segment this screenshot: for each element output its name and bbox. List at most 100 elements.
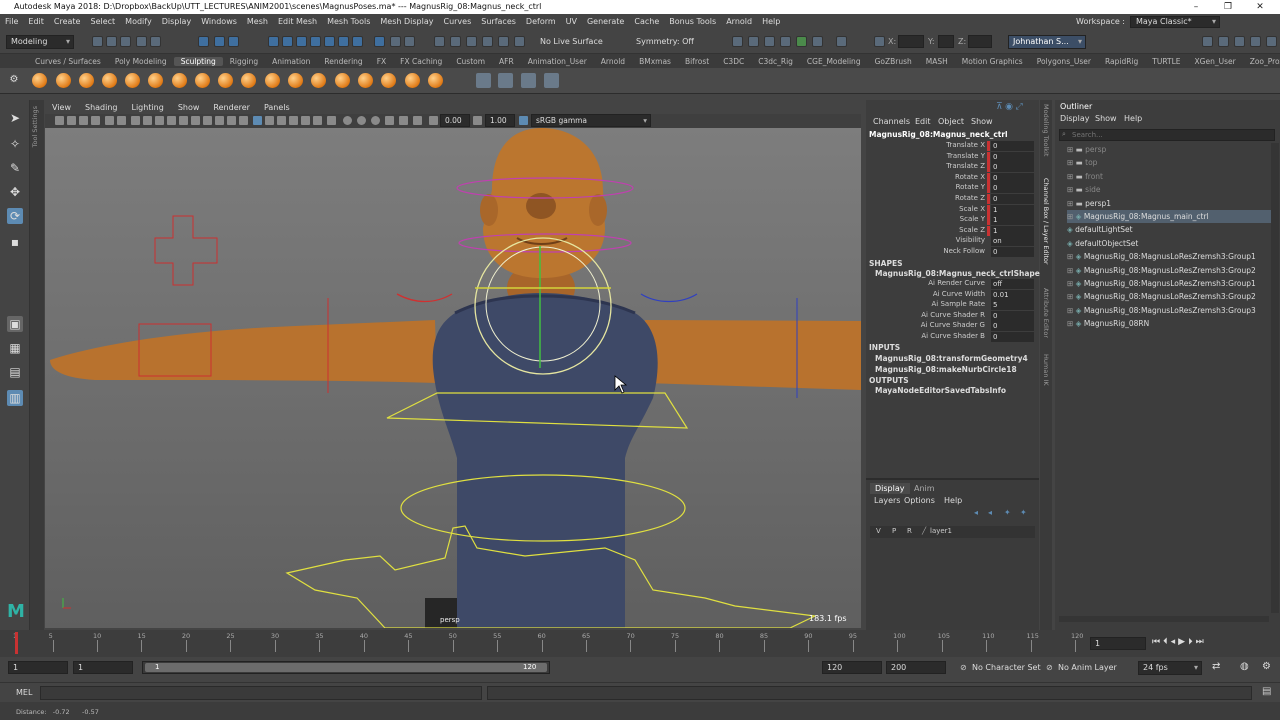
cb-menu-edit[interactable]: Edit [915, 117, 931, 126]
layer-menu-options[interactable]: Options [904, 496, 935, 505]
transform-mode-icon[interactable] [874, 36, 885, 47]
outliner-item[interactable]: ⊞ ▬ side [1067, 183, 1101, 196]
output-node-1[interactable]: MayaNodeEditorSavedTabsInfo [875, 386, 1006, 395]
expand-icon[interactable]: ⊞ [1067, 145, 1076, 154]
foamy-tool-icon[interactable] [172, 73, 187, 88]
lasso-tool-icon[interactable]: ✧ [7, 136, 23, 152]
texture-deformer-icon[interactable] [498, 73, 513, 88]
shelf-tab-arnold[interactable]: Arnold [594, 57, 632, 66]
rig-controls[interactable] [62, 177, 818, 628]
exposure-field[interactable]: 0.00 [440, 114, 470, 127]
shelf-tab-afr[interactable]: AFR [492, 57, 521, 66]
view-transform-dropdown[interactable]: sRGB gamma [531, 114, 651, 127]
input-node-2[interactable]: MagnusRig_08:makeNurbCircle18 [875, 365, 1017, 374]
outliner-h-scrollbar[interactable] [1059, 616, 1269, 622]
amplify-tool-icon[interactable] [405, 73, 420, 88]
range-handle[interactable] [145, 663, 547, 672]
channel-attribute-value[interactable]: 0 [991, 141, 1034, 151]
channel-attribute-value[interactable]: 0 [991, 162, 1034, 173]
playback-end-field[interactable]: 120 [822, 661, 882, 674]
shelf-settings-gear-icon[interactable]: ⚙ [6, 72, 22, 88]
field-chart-icon[interactable] [179, 116, 188, 125]
channel-attribute-row[interactable]: Translate X 0 [866, 141, 1039, 152]
outliner-item[interactable]: ⊞ ▬ persp [1067, 143, 1106, 156]
step-forward-key-icon[interactable]: ⏵ [1188, 637, 1196, 647]
ipr-render-icon[interactable] [780, 36, 791, 47]
shelf-tab-bifrost[interactable]: Bifrost [678, 57, 716, 66]
snap-projected-icon[interactable] [482, 36, 493, 47]
expand-icon[interactable]: ⊞ [1067, 185, 1076, 194]
pick-mask-icon-2[interactable] [282, 36, 293, 47]
character-model[interactable] [50, 128, 861, 628]
channel-attribute-row[interactable]: Rotate X 0 [866, 172, 1039, 184]
menu-bonus-tools[interactable]: Bonus Tools [664, 17, 721, 26]
snap-grid-icon[interactable] [434, 36, 445, 47]
render-settings-icon[interactable] [732, 36, 743, 47]
new-layer-icon[interactable]: ✦ [1004, 508, 1011, 517]
anim-start-field[interactable]: 1 [8, 661, 68, 674]
command-language-label[interactable]: MEL [16, 688, 32, 697]
resolution-gate-icon[interactable] [155, 116, 164, 125]
outliner-menu-help[interactable]: Help [1124, 114, 1142, 123]
outliner-icon[interactable] [1266, 36, 1277, 47]
shelf-tab-animation-user[interactable]: Animation_User [521, 57, 594, 66]
fill-tool-icon[interactable] [311, 73, 326, 88]
channel-attribute-row[interactable]: Rotate Y 0 [866, 183, 1039, 194]
vp-menu-renderer[interactable]: Renderer [206, 103, 257, 112]
channel-attribute-value[interactable]: 0 [991, 151, 1034, 162]
scale-tool-icon[interactable]: ▪ [7, 234, 23, 250]
shelf-tab-rigging[interactable]: Rigging [223, 57, 265, 66]
anim-end-field[interactable]: 200 [886, 661, 946, 674]
ambient-occlusion-icon[interactable] [289, 116, 298, 125]
input-node-1[interactable]: MagnusRig_08:transformGeometry4 [875, 354, 1028, 363]
shelf-tab-rapidrig[interactable]: RapidRig [1098, 57, 1145, 66]
shelf-tab-mash[interactable]: MASH [919, 57, 955, 66]
menu-windows[interactable]: Windows [196, 17, 242, 26]
fps-dropdown[interactable]: 24 fps [1138, 661, 1202, 675]
auto-key-icon[interactable]: ◍ [1240, 661, 1249, 672]
backface-culling-icon[interactable] [385, 116, 394, 125]
expand-icon[interactable]: ⊞ [1067, 172, 1076, 181]
go-to-end-icon[interactable]: ⏭ [1196, 637, 1207, 647]
layer-tab-anim[interactable]: Anim [914, 484, 935, 493]
layer-tab-display[interactable]: Display [870, 483, 910, 494]
vp-menu-shading[interactable]: Shading [78, 103, 125, 112]
shape-node-name[interactable]: MagnusRig_08:Magnus_neck_ctrlShape [875, 269, 1040, 278]
spray-tool-icon[interactable] [195, 73, 210, 88]
character-set-dropdown[interactable]: No Character Set [972, 663, 1041, 672]
shelf-tab-zoo-proxy[interactable]: Zoo_Proxy [1243, 57, 1280, 66]
outliner-item[interactable]: ◈ defaultObjectSet [1067, 237, 1138, 250]
expand-icon[interactable]: ⊞ [1067, 306, 1076, 315]
knife-tool-icon[interactable] [335, 73, 350, 88]
channel-attribute-row[interactable]: Scale Z 1 [866, 225, 1039, 237]
xray-icon[interactable] [357, 116, 366, 125]
outliner-item[interactable]: ⊞ ◈ MagnusRig_08:MagnusLoResZremsh3:Grou… [1067, 290, 1256, 303]
channel-attribute-value[interactable]: 1 [991, 225, 1034, 236]
quick-layout-icon[interactable]: ▣ [7, 316, 23, 332]
gamma-icon[interactable] [473, 116, 482, 125]
new-layer-selected-icon[interactable]: ✦ [1020, 508, 1027, 517]
expand-icon[interactable]: ⊞ [1067, 292, 1076, 301]
expand-icon[interactable]: ⊞ [1067, 319, 1076, 328]
film-gate-icon[interactable] [143, 116, 152, 125]
outliner-menu-show[interactable]: Show [1095, 114, 1117, 123]
shape-attribute-row[interactable]: Ai Curve Shader B 0 [866, 332, 1039, 343]
step-back-key-icon[interactable]: ⏴ [1163, 637, 1171, 647]
pick-mask-icon-4[interactable] [310, 36, 321, 47]
smooth-shade-icon[interactable] [227, 116, 236, 125]
z-field[interactable] [968, 35, 992, 48]
2d-pan-zoom-icon[interactable] [105, 116, 114, 125]
xray-joints-icon[interactable] [371, 116, 380, 125]
selected-object-name[interactable]: MagnusRig_08:Magnus_neck_ctrl [869, 130, 1008, 139]
menu-create[interactable]: Create [49, 17, 86, 26]
save-scene-icon[interactable] [120, 36, 131, 47]
shape-attribute-value[interactable]: 0 [991, 321, 1034, 332]
channel-attribute-row[interactable]: Translate Y 0 [866, 151, 1039, 163]
freeze-tool-icon[interactable] [428, 73, 443, 88]
channel-attribute-value[interactable]: 1 [991, 204, 1034, 215]
shelf-tab-cge-modeling[interactable]: CGE_Modeling [800, 57, 868, 66]
expand-icon[interactable]: ⊞ [1067, 199, 1076, 208]
render-sequence-icon[interactable] [812, 36, 823, 47]
attribute-editor-icon[interactable] [1218, 36, 1229, 47]
redo-icon[interactable] [150, 36, 161, 47]
